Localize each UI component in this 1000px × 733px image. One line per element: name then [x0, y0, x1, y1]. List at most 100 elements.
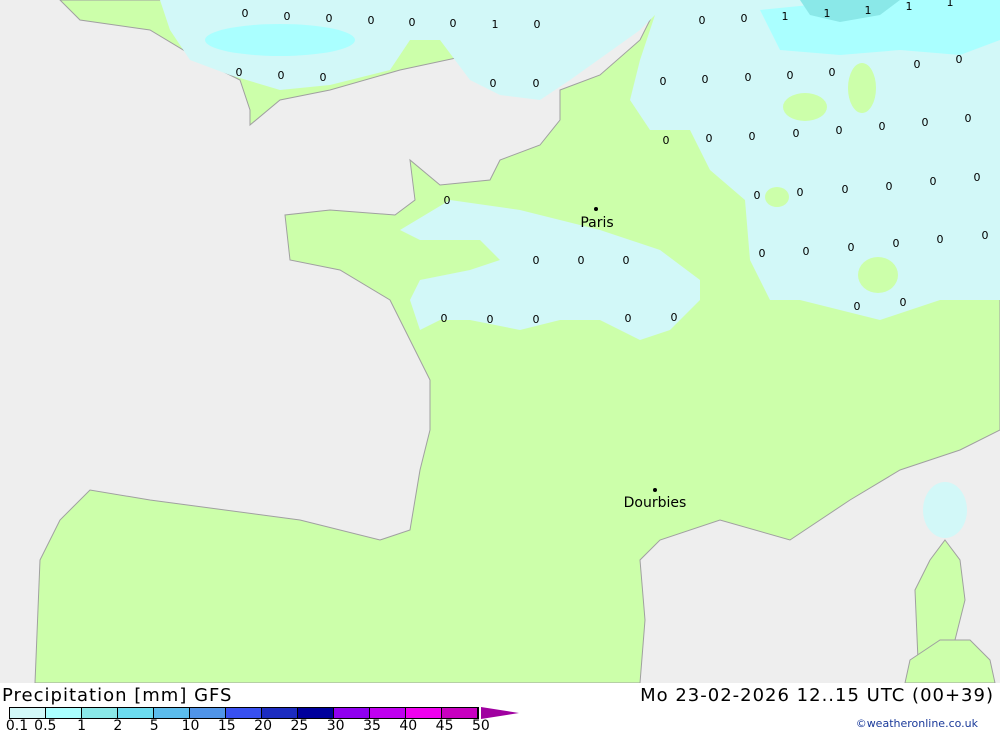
scale-swatch [190, 708, 226, 718]
precip-value-label: 0 [741, 12, 748, 25]
precip-value-label: 0 [749, 130, 756, 143]
precip-value-label: 0 [487, 313, 494, 326]
precip-value-label: 0 [533, 254, 540, 267]
precip-value-label: 1 [492, 18, 499, 31]
precip-value-label: 0 [745, 71, 752, 84]
scale-tick-label: 40 [399, 718, 418, 733]
precip-value-label: 0 [623, 254, 630, 267]
dry-patch [765, 187, 789, 207]
scale-tick-label: 35 [363, 718, 381, 733]
precip-value-label: 0 [793, 127, 800, 140]
scale-swatch [154, 708, 190, 718]
scale-swatch [118, 708, 154, 718]
precip-value-label: 0 [663, 134, 670, 147]
scale-swatch [370, 708, 406, 718]
map-title: Precipitation [mm] GFS [2, 685, 233, 706]
scale-swatch [46, 708, 82, 718]
forecast-datetime: Mo 23-02-2026 12..15 UTC (00+39) [640, 685, 994, 706]
scale-tick-label: 0.5 [34, 718, 57, 733]
scale-tick-label: 10 [181, 718, 200, 733]
precip-value-label: 0 [326, 12, 333, 25]
precip-value-label: 0 [578, 254, 585, 267]
precip-value-label: 0 [829, 66, 836, 79]
precip-value-label: 0 [320, 71, 327, 84]
city-label: Paris [580, 215, 613, 231]
precip-value-label: 0 [754, 189, 761, 202]
precip-value-label: 0 [533, 77, 540, 90]
precip-value-label: 0 [242, 7, 249, 20]
scale-tick-label: 0.1 [5, 718, 29, 733]
precip-value-label: 0 [914, 58, 921, 71]
precip-value-label: 0 [368, 14, 375, 27]
city-marker [653, 488, 657, 492]
precip-value-label: 0 [660, 75, 667, 88]
precip-value-label: 0 [803, 245, 810, 258]
precip-value-label: 0 [490, 77, 497, 90]
precip-value-label: 0 [671, 311, 678, 324]
precip-value-label: 0 [450, 17, 457, 30]
city-marker [594, 207, 598, 211]
precip-value-label: 0 [797, 186, 804, 199]
precip-value-label: 1 [824, 7, 831, 20]
scale-tick-label: 50 [471, 718, 490, 733]
precip-value-label: 0 [937, 233, 944, 246]
precip-value-label: 0 [886, 180, 893, 193]
precip-value-label: 0 [702, 73, 709, 86]
precip-value-label: 0 [848, 241, 855, 254]
precip-05-uk [205, 24, 355, 56]
dry-patch [858, 257, 898, 293]
precipitation-map: 0 0 0 0 0 0 1 0 0 0 0 0 0 0 0 1 1 1 1 1 0 0 0 0 0 0 0 0 0 0 0 0 0 0 0 0 0 0 0 0… [0, 0, 1000, 683]
precip-value-label: 0 [236, 66, 243, 79]
scale-swatch [82, 708, 118, 718]
scale-swatch [262, 708, 298, 718]
credit-link[interactable]: ©weatheronline.co.uk [856, 717, 978, 730]
scale-tick-label: 25 [290, 718, 309, 733]
scale-tick-label: 20 [254, 718, 273, 733]
scale-swatch [298, 708, 334, 718]
scale-swatch [10, 708, 46, 718]
precip-value-label: 0 [625, 312, 632, 325]
precip-value-label: 0 [441, 312, 448, 325]
precip-area-italy [923, 482, 967, 538]
scale-tick-label: 30 [326, 718, 345, 733]
precip-value-label: 0 [278, 69, 285, 82]
scale-tick-label: 45 [435, 718, 454, 733]
precip-value-label: 0 [533, 313, 540, 326]
scale-swatch [442, 708, 478, 718]
scale-tick-label: 5 [149, 718, 159, 733]
precip-value-label: 0 [444, 194, 451, 207]
precip-value-label: 1 [782, 10, 789, 23]
precip-value-label: 0 [284, 10, 291, 23]
scale-tick-label: 2 [113, 718, 123, 733]
precip-value-label: 1 [865, 4, 872, 17]
dry-patch [848, 63, 876, 113]
scale-tick-label: 1 [77, 718, 87, 733]
precip-value-label: 1 [947, 0, 954, 9]
precip-value-label: 0 [879, 120, 886, 133]
weather-map-view: 0000001000000001111100000000000000000000… [0, 0, 1000, 733]
scale-tick-label: 15 [217, 718, 236, 733]
precip-value-label: 0 [409, 16, 416, 29]
dry-patch [783, 93, 827, 121]
legend-footer: Precipitation [mm] GFS Mo 23-02-2026 12.… [0, 683, 1000, 733]
precip-value-label: 0 [900, 296, 907, 309]
precip-value-label: 0 [706, 132, 713, 145]
precip-value-label: 0 [956, 53, 963, 66]
precip-value-label: 0 [974, 171, 981, 184]
precip-value-label: 0 [534, 18, 541, 31]
precip-value-label: 0 [965, 112, 972, 125]
precip-value-label: 0 [836, 124, 843, 137]
precip-value-label: 0 [842, 183, 849, 196]
city-label: Dourbies [624, 495, 687, 511]
precip-value-label: 0 [982, 229, 989, 242]
precip-value-label: 0 [930, 175, 937, 188]
precip-value-label: 0 [922, 116, 929, 129]
scale-swatch [226, 708, 262, 718]
precip-value-label: 0 [787, 69, 794, 82]
precip-value-label: 0 [699, 14, 706, 27]
precip-value-label: 1 [906, 0, 913, 13]
precip-value-label: 0 [759, 247, 766, 260]
precip-value-label: 0 [854, 300, 861, 313]
scale-swatch [406, 708, 442, 718]
precip-value-label: 0 [893, 237, 900, 250]
